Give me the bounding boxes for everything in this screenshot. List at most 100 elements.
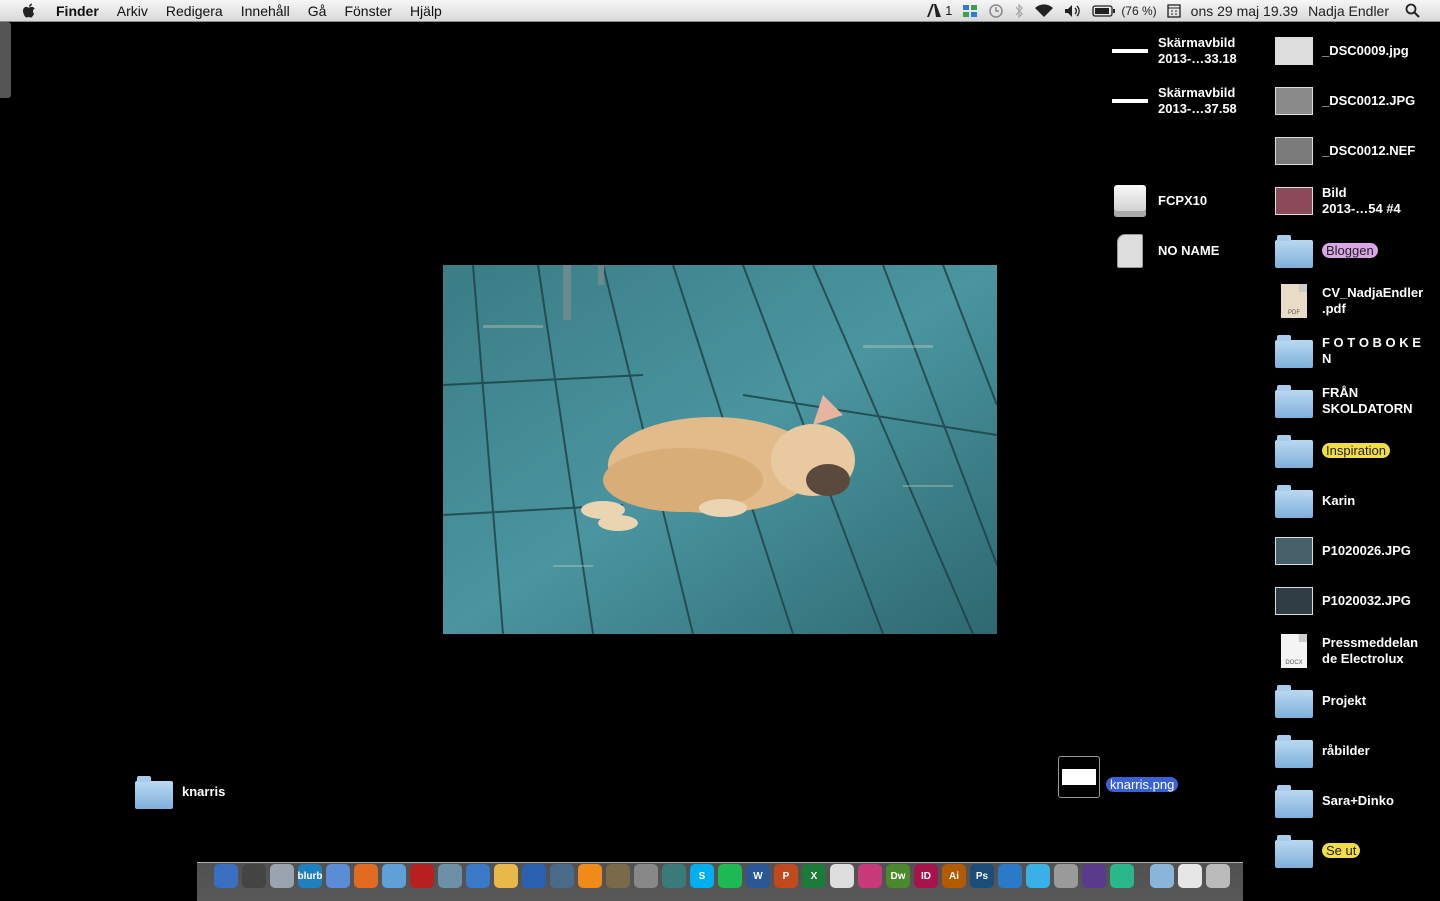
utilities-icon[interactable] <box>1054 864 1078 888</box>
adobe-updater-icon[interactable]: 1 <box>927 3 952 18</box>
desktop-icon-fran-skoldatorn[interactable]: FRÅN SKOLDATORN <box>1274 381 1413 421</box>
clock[interactable]: ons 29 maj 19.39 <box>1191 3 1298 19</box>
quicktime-icon[interactable] <box>522 864 546 888</box>
photo-thumbnail-icon <box>1274 81 1314 121</box>
icon-label: Bild 2013-…54 #4 <box>1322 185 1401 216</box>
safari-icon[interactable] <box>382 864 406 888</box>
folder-icon <box>1274 231 1314 271</box>
menu-innehall[interactable]: Innehåll <box>232 3 299 19</box>
home-icon[interactable] <box>550 864 574 888</box>
idraw-icon[interactable] <box>1026 864 1050 888</box>
folder-icon <box>1274 331 1314 371</box>
vectorworks-icon[interactable] <box>998 864 1022 888</box>
icon-label: Skärmavbild 2013-…33.18 <box>1158 35 1237 66</box>
desktop-icon-dsc0009[interactable]: _DSC0009.jpg <box>1274 31 1409 71</box>
launchpad-icon[interactable] <box>242 864 266 888</box>
desktop-icon-p1020026[interactable]: P1020026.JPG <box>1274 531 1411 571</box>
photo-thumbnail-icon <box>1274 181 1314 221</box>
desktop-icon-p1020032[interactable]: P1020032.JPG <box>1274 581 1411 621</box>
spotlight-icon[interactable] <box>1405 3 1420 18</box>
bluetooth-icon[interactable] <box>1014 2 1024 19</box>
icon-label: råbilder <box>1322 743 1370 758</box>
desktop-icon-sdcard[interactable]: NO NAME <box>1110 231 1219 271</box>
desktop-icon-sara-dinko[interactable]: Sara+Dinko <box>1274 781 1394 821</box>
excel-icon[interactable]: X <box>802 864 826 888</box>
apple-menu-icon[interactable] <box>20 3 38 19</box>
desktop-icon-dsc0012-nef[interactable]: _DSC0012.NEF <box>1274 131 1415 171</box>
dog-on-deck-image <box>443 265 997 634</box>
desktop-icon-dsc0012-jpg[interactable]: _DSC0012.JPG <box>1274 81 1415 121</box>
colorsync-icon[interactable] <box>1110 864 1134 888</box>
finder-icon[interactable] <box>214 864 238 888</box>
menu-ga[interactable]: Gå <box>299 3 336 19</box>
preview-icon[interactable] <box>270 864 294 888</box>
icon-label: Sara+Dinko <box>1322 793 1394 808</box>
desktop-icon-se-ut[interactable]: Se ut <box>1274 831 1361 871</box>
textedit-icon[interactable] <box>830 864 854 888</box>
icon-label: knarris.png <box>1106 777 1179 792</box>
menu-fonster[interactable]: Fönster <box>335 3 400 19</box>
desktop-icon-screenshot-2[interactable]: Skärmavbild 2013-…37.58 <box>1110 81 1237 121</box>
desktop-icon-screenshot-1[interactable]: Skärmavbild 2013-…33.18 <box>1110 31 1237 71</box>
battery-icon[interactable]: (76 %) <box>1092 3 1157 18</box>
hard-drive-icon <box>1110 181 1150 221</box>
folder-icon <box>1274 431 1314 471</box>
trash-icon[interactable] <box>1206 864 1230 888</box>
firefox-icon[interactable] <box>354 864 378 888</box>
butterfly-icon[interactable] <box>858 864 882 888</box>
screenshot-icon <box>1110 81 1150 121</box>
desktop-icon-pressmeddelande[interactable]: DOCX Pressmeddelan de Electrolux <box>1274 631 1418 671</box>
folder-icon <box>1274 781 1314 821</box>
desktop-icon-karin[interactable]: Karin <box>1274 481 1355 521</box>
applications-stack-icon[interactable] <box>1150 864 1174 888</box>
powerpoint-icon[interactable]: P <box>774 864 798 888</box>
desktop-icon-bild[interactable]: Bild 2013-…54 #4 <box>1274 181 1401 221</box>
documents-stack-icon[interactable] <box>1178 864 1202 888</box>
time-machine-icon[interactable] <box>988 3 1004 19</box>
vlc-icon[interactable] <box>578 864 602 888</box>
spotify-icon[interactable] <box>718 864 742 888</box>
imovie-icon[interactable] <box>606 864 630 888</box>
user-name[interactable]: Nadja Endler <box>1308 3 1389 19</box>
desktop-icon-inspiration[interactable]: Inspiration <box>1274 431 1390 471</box>
dreamweaver-icon[interactable]: Dw <box>886 864 910 888</box>
skype-icon[interactable]: S <box>690 864 714 888</box>
finalcut-icon[interactable] <box>1082 864 1106 888</box>
photobooth-icon[interactable] <box>410 864 434 888</box>
desktop-icon-drive-fcpx10[interactable]: FCPX10 <box>1110 181 1207 221</box>
icon-label: Bloggen <box>1322 243 1378 258</box>
timemachine-icon[interactable] <box>662 864 686 888</box>
desktop-icon-cv-pdf[interactable]: PDF CV_NadjaEndler .pdf <box>1274 281 1423 321</box>
icon-label: Se ut <box>1322 843 1361 858</box>
icon-label: Inspiration <box>1322 443 1390 458</box>
menu-redigera[interactable]: Redigera <box>157 3 232 19</box>
calendar-icon[interactable] <box>1167 3 1181 18</box>
mail-icon[interactable] <box>466 864 490 888</box>
photoshop-icon[interactable]: Ps <box>970 864 994 888</box>
icon-label: _DSC0012.NEF <box>1322 143 1416 158</box>
iphoto-icon[interactable] <box>438 864 462 888</box>
volume-icon[interactable] <box>1064 4 1082 18</box>
desktop-icon-bloggen[interactable]: Bloggen <box>1274 231 1378 271</box>
menu-finder[interactable]: Finder <box>52 3 108 19</box>
indesign-icon[interactable]: ID <box>914 864 938 888</box>
menu-arkiv[interactable]: Arkiv <box>108 3 157 19</box>
itunes-icon[interactable] <box>326 864 350 888</box>
desktop-icon-knarris-png[interactable]: knarris.png <box>1058 756 1179 798</box>
cyberduck-icon[interactable] <box>494 864 518 888</box>
word-icon[interactable]: W <box>746 864 770 888</box>
blurb-icon[interactable]: blurb <box>298 864 323 888</box>
desktop-icon-fotoboken[interactable]: F O T O B O K E N <box>1274 331 1421 371</box>
photo-thumbnail-icon <box>1274 581 1314 621</box>
desktop-icon-rabilder[interactable]: råbilder <box>1274 731 1370 771</box>
illustrator-icon[interactable]: Ai <box>942 864 966 888</box>
menu-hjalp[interactable]: Hjälp <box>401 3 451 19</box>
wifi-icon[interactable] <box>1034 3 1054 18</box>
png-file-icon <box>1058 756 1100 798</box>
icon-label: Skärmavbild 2013-…37.58 <box>1158 85 1237 116</box>
desktop-icon-projekt[interactable]: Projekt <box>1274 681 1366 721</box>
desktop-icon-knarris-folder[interactable]: knarris <box>134 772 225 812</box>
battery-percent: (76 %) <box>1121 3 1157 18</box>
dropbox-icon[interactable] <box>962 4 978 18</box>
screenshot-icon[interactable] <box>634 864 658 888</box>
